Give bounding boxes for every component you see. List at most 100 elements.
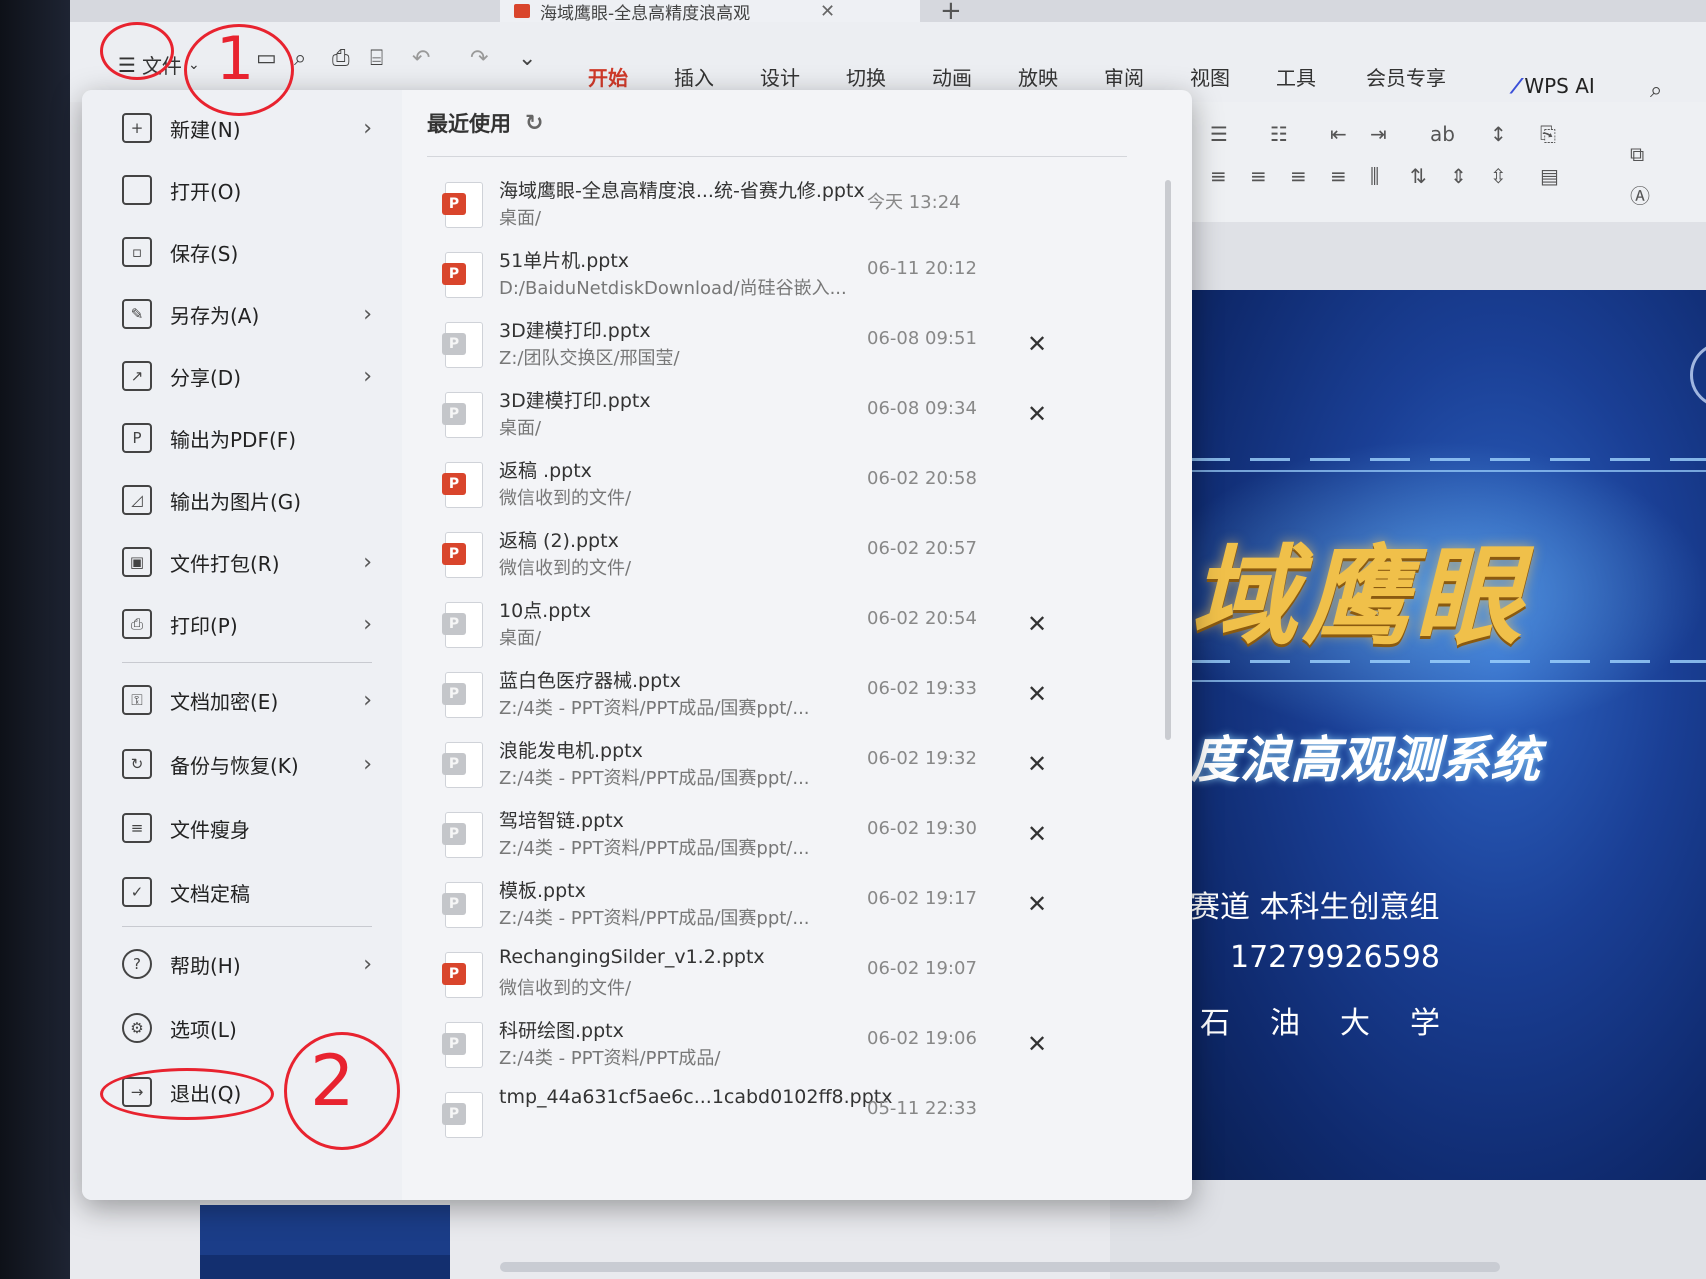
- columns-icon[interactable]: ⫼: [1370, 164, 1379, 188]
- menu-item-label: 帮助(H): [170, 953, 241, 978]
- file-path: Z:/4类 - PPT资料/PPT成品/: [499, 1048, 721, 1069]
- recent-file-row[interactable]: P 10点.pptx 桌面/ 06-02 20:54 ✕: [437, 590, 1157, 660]
- recent-file-row[interactable]: P 3D建模打印.pptx Z:/团队交换区/邢国莹/ 06-08 09:51 …: [437, 310, 1157, 380]
- menu-item-print[interactable]: ⎙ 打印(P) ›: [122, 600, 372, 648]
- menu-item-save[interactable]: ▫ 保存(S): [122, 228, 372, 276]
- tab-home[interactable]: 开始: [588, 62, 628, 99]
- file-time: 06-08 09:34: [867, 398, 977, 419]
- pptx-file-icon: P: [442, 952, 483, 998]
- tab-animation[interactable]: 动画: [932, 62, 972, 91]
- menu-item-help[interactable]: ? 帮助(H) ›: [122, 940, 372, 988]
- remove-recent-icon[interactable]: ✕: [1027, 890, 1047, 918]
- recent-file-row[interactable]: P 返稿 (2).pptx 微信收到的文件/ 06-02 20:57: [437, 520, 1157, 590]
- recent-file-row[interactable]: P 返稿 .pptx 微信收到的文件/ 06-02 20:58: [437, 450, 1157, 520]
- menu-item-slim[interactable]: ≡ 文件瘦身: [122, 804, 372, 852]
- print-quick-icon[interactable]: ⎙: [332, 46, 350, 71]
- redo-icon[interactable]: ↷: [470, 46, 488, 71]
- menu-item-save-as[interactable]: ✎ 另存为(A) ›: [122, 290, 372, 338]
- wps-ai-logo-icon: ⁄: [1515, 74, 1519, 98]
- recent-file-row[interactable]: P 3D建模打印.pptx 桌面/ 06-08 09:34 ✕: [437, 380, 1157, 450]
- divider: [427, 156, 1127, 157]
- file-name: tmp_44a631cf5ae6c...1cabd0102ff8.pptx: [499, 1086, 893, 1108]
- more-chevron-icon[interactable]: ⌄: [518, 46, 536, 71]
- format-painter-icon[interactable]: ⌕: [294, 46, 306, 71]
- recent-file-row[interactable]: P 蓝白色医疗器械.pptx Z:/4类 - PPT资料/PPT成品/国赛ppt…: [437, 660, 1157, 730]
- align-right-icon[interactable]: ≡: [1290, 164, 1307, 188]
- menu-item-share[interactable]: ↗ 分享(D) ›: [122, 352, 372, 400]
- refresh-icon[interactable]: ↻: [525, 111, 543, 136]
- remove-recent-icon[interactable]: ✕: [1027, 330, 1047, 358]
- recent-scrollbar[interactable]: [1165, 180, 1171, 740]
- convert-icon[interactable]: ⎘: [1540, 122, 1556, 146]
- spacing-menu-icon[interactable]: ⇳: [1490, 164, 1507, 188]
- ribbon-tools: ☰ ☷ ⇤ ⇥ ab ↕ ⎘ ≡ ≡ ≡ ≡ ⫼ ⇅ ⇕ ⇳ ▤ ⧉ Ⓐ: [1110, 102, 1706, 222]
- sort-icon[interactable]: ↕: [1490, 122, 1507, 146]
- remove-recent-icon[interactable]: ✕: [1027, 750, 1047, 778]
- file-path: Z:/4类 - PPT资料/PPT成品/国赛ppt/...: [499, 768, 810, 789]
- slide-title: 域鹰眼: [1190, 535, 1527, 660]
- recent-file-row[interactable]: P 科研绘图.pptx Z:/4类 - PPT资料/PPT成品/ 06-02 1…: [437, 1010, 1157, 1080]
- folder-icon: [122, 175, 152, 205]
- recent-file-row[interactable]: P 浪能发电机.pptx Z:/4类 - PPT资料/PPT成品/国赛ppt/.…: [437, 730, 1157, 800]
- recent-file-row[interactable]: P 51单片机.pptx D:/BaiduNetdiskDownload/尚硅谷…: [437, 240, 1157, 310]
- close-tab-icon[interactable]: ✕: [820, 1, 835, 22]
- bullet-list-icon[interactable]: ☰: [1210, 122, 1228, 146]
- remove-recent-icon[interactable]: ✕: [1027, 400, 1047, 428]
- document-tab[interactable]: 海域鹰眼-全息高精度浪高观 ✕: [500, 0, 920, 24]
- recent-file-row[interactable]: P 模板.pptx Z:/4类 - PPT资料/PPT成品/国赛ppt/... …: [437, 870, 1157, 940]
- text-box-icon[interactable]: ▤: [1540, 164, 1559, 188]
- search-icon[interactable]: ⌕: [1650, 78, 1662, 103]
- print-preview-icon[interactable]: ⌸: [370, 46, 383, 71]
- outdent-icon[interactable]: ⇤: [1330, 122, 1347, 146]
- tab-review[interactable]: 审阅: [1104, 62, 1144, 91]
- recent-file-row[interactable]: P 海域鹰眼-全息高精度浪...统-省赛九修.pptx 桌面/ 今天 13:24: [437, 170, 1157, 240]
- menu-item-label: 文件打包(R): [170, 551, 280, 576]
- menu-item-open[interactable]: 打开(O): [122, 166, 372, 214]
- indent-icon[interactable]: ⇥: [1370, 122, 1387, 146]
- line-spacing-icon[interactable]: ⇅: [1410, 164, 1427, 188]
- tab-slideshow[interactable]: 放映: [1018, 62, 1058, 91]
- menu-item-finalize[interactable]: ✓ 文档定稿: [122, 868, 372, 916]
- tab-design[interactable]: 设计: [760, 62, 800, 91]
- tab-member[interactable]: 会员专享: [1366, 62, 1446, 91]
- menu-item-encrypt[interactable]: ⚿ 文档加密(E) ›: [122, 676, 372, 724]
- recent-file-row[interactable]: P tmp_44a631cf5ae6c...1cabd0102ff8.pptx …: [437, 1080, 1157, 1150]
- shape-icon[interactable]: ⧉: [1630, 142, 1644, 166]
- menu-item-export-image[interactable]: ◿ 输出为图片(G): [122, 476, 372, 524]
- numbered-list-icon[interactable]: ☷: [1270, 122, 1288, 146]
- menu-item-backup[interactable]: ↻ 备份与恢复(K) ›: [122, 740, 372, 788]
- menu-item-package[interactable]: ▣ 文件打包(R) ›: [122, 538, 372, 586]
- textbox-a-icon[interactable]: Ⓐ: [1630, 180, 1650, 209]
- slide-preview[interactable]: 域鹰眼 度浪高观测系统 赛道 本科生创意组 17279926598 石油大学: [1190, 290, 1706, 1180]
- text-direction-icon[interactable]: ab: [1430, 122, 1455, 146]
- university-seal-icon: [1690, 342, 1706, 408]
- tab-transition[interactable]: 切换: [846, 62, 886, 91]
- file-path: 桌面/: [499, 628, 542, 649]
- recent-file-row[interactable]: P RechangingSilder_v1.2.pptx 微信收到的文件/ 06…: [437, 940, 1157, 1010]
- undo-icon[interactable]: ↶: [412, 46, 430, 71]
- menu-item-label: 输出为图片(G): [170, 489, 302, 514]
- tab-view[interactable]: 视图: [1190, 62, 1230, 91]
- para-spacing-icon[interactable]: ⇕: [1450, 164, 1467, 188]
- gear-icon: ⚙: [122, 1013, 152, 1043]
- tab-insert[interactable]: 插入: [674, 62, 714, 91]
- screen-bezel: [0, 0, 70, 1279]
- justify-icon[interactable]: ≡: [1330, 164, 1347, 188]
- pptx-file-icon: P: [442, 182, 483, 228]
- tab-tools[interactable]: 工具: [1276, 62, 1316, 91]
- slide-thumbnail[interactable]: [200, 1255, 450, 1279]
- menu-item-label: 分享(D): [170, 365, 242, 390]
- horizontal-scrollbar[interactable]: [500, 1262, 1500, 1272]
- remove-recent-icon[interactable]: ✕: [1027, 610, 1047, 638]
- wps-ai-button[interactable]: ⁄ WPS AI: [1515, 74, 1595, 98]
- menu-item-export-pdf[interactable]: P 输出为PDF(F): [122, 414, 372, 462]
- remove-recent-icon[interactable]: ✕: [1027, 1030, 1047, 1058]
- align-center-icon[interactable]: ≡: [1250, 164, 1267, 188]
- file-name: 科研绘图.pptx: [499, 1020, 624, 1042]
- recent-file-row[interactable]: P 驾培智链.pptx Z:/4类 - PPT资料/PPT成品/国赛ppt/..…: [437, 800, 1157, 870]
- align-left-icon[interactable]: ≡: [1210, 164, 1227, 188]
- remove-recent-icon[interactable]: ✕: [1027, 820, 1047, 848]
- finalize-icon: ✓: [122, 877, 152, 907]
- remove-recent-icon[interactable]: ✕: [1027, 680, 1047, 708]
- slide-phone-text: 17279926598: [1230, 940, 1440, 975]
